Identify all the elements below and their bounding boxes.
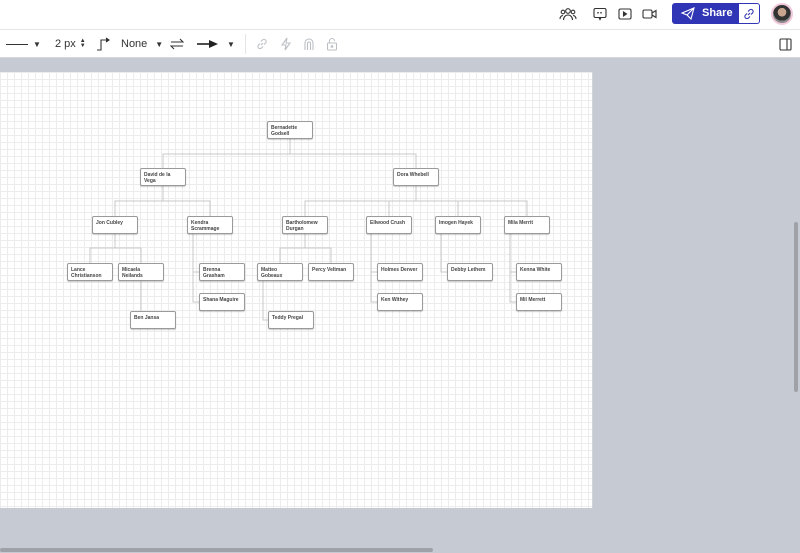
comment-icon[interactable] [592, 6, 608, 22]
org-node[interactable]: Percy Veltman [308, 263, 354, 281]
toolbar: ▼ 2 px ▲ ▼ None ▼ ▼ [0, 30, 800, 58]
present-icon[interactable] [617, 6, 633, 22]
org-node[interactable]: Mil Merrett [516, 293, 562, 311]
org-node[interactable]: Bartholomew Durgan [282, 216, 328, 234]
line-end-dropdown[interactable]: ▼ [197, 30, 235, 58]
org-node[interactable]: Holmes Denver [377, 263, 423, 281]
lightning-icon[interactable] [280, 30, 292, 58]
vertical-scrollbar[interactable] [794, 222, 798, 392]
magnet-icon[interactable] [303, 30, 315, 58]
collaborators-icon[interactable] [558, 6, 578, 22]
line-start-value: None [121, 38, 148, 50]
org-node[interactable]: Kendra Scrammage [187, 216, 233, 234]
org-node[interactable]: Ellwood Crush [366, 216, 412, 234]
org-node[interactable]: Bernadette Godsell [267, 121, 313, 139]
panel-toggle-icon[interactable] [779, 30, 792, 58]
org-node[interactable]: Debby Lethem [447, 263, 493, 281]
org-node[interactable]: Dora Whebell [393, 168, 439, 186]
org-node[interactable]: Lance Christianson [67, 263, 113, 281]
line-routing-icon[interactable] [96, 30, 110, 58]
top-bar: Share [0, 0, 800, 30]
copy-link-button[interactable] [739, 4, 759, 23]
stroke-width-stepper[interactable]: 2 px ▲ ▼ [55, 30, 86, 58]
send-icon [681, 7, 695, 20]
link-icon[interactable] [256, 30, 268, 58]
org-node[interactable]: Ben Jansa [130, 311, 176, 329]
org-node[interactable]: Shana Maguire [199, 293, 245, 311]
swap-ends-icon[interactable] [170, 30, 184, 58]
share-label: Share [702, 7, 733, 19]
share-button[interactable]: Share [672, 3, 760, 24]
org-node[interactable]: Brenna Grasham [199, 263, 245, 281]
avatar[interactable] [771, 3, 793, 25]
org-node[interactable]: Mila Merrit [504, 216, 550, 234]
video-icon[interactable] [641, 6, 659, 22]
org-node[interactable]: Micaela Neilands [118, 263, 164, 281]
horizontal-scrollbar[interactable] [0, 548, 433, 552]
org-node[interactable]: Jon Cubley [92, 216, 138, 234]
lock-icon[interactable] [326, 30, 338, 58]
line-style-dropdown[interactable]: ▼ [6, 30, 41, 58]
org-node[interactable]: Imogen Hayek [435, 216, 481, 234]
stroke-width-value: 2 px [55, 38, 76, 50]
org-node[interactable]: David de la Vega [140, 168, 186, 186]
org-node[interactable]: Kenna White [516, 263, 562, 281]
org-node[interactable]: Matteo Gobeaux [257, 263, 303, 281]
org-node[interactable]: Ken Withey [377, 293, 423, 311]
divider [245, 34, 246, 54]
line-start-dropdown[interactable]: None ▼ [121, 30, 163, 58]
org-node[interactable]: Teddy Pregal [268, 311, 314, 329]
